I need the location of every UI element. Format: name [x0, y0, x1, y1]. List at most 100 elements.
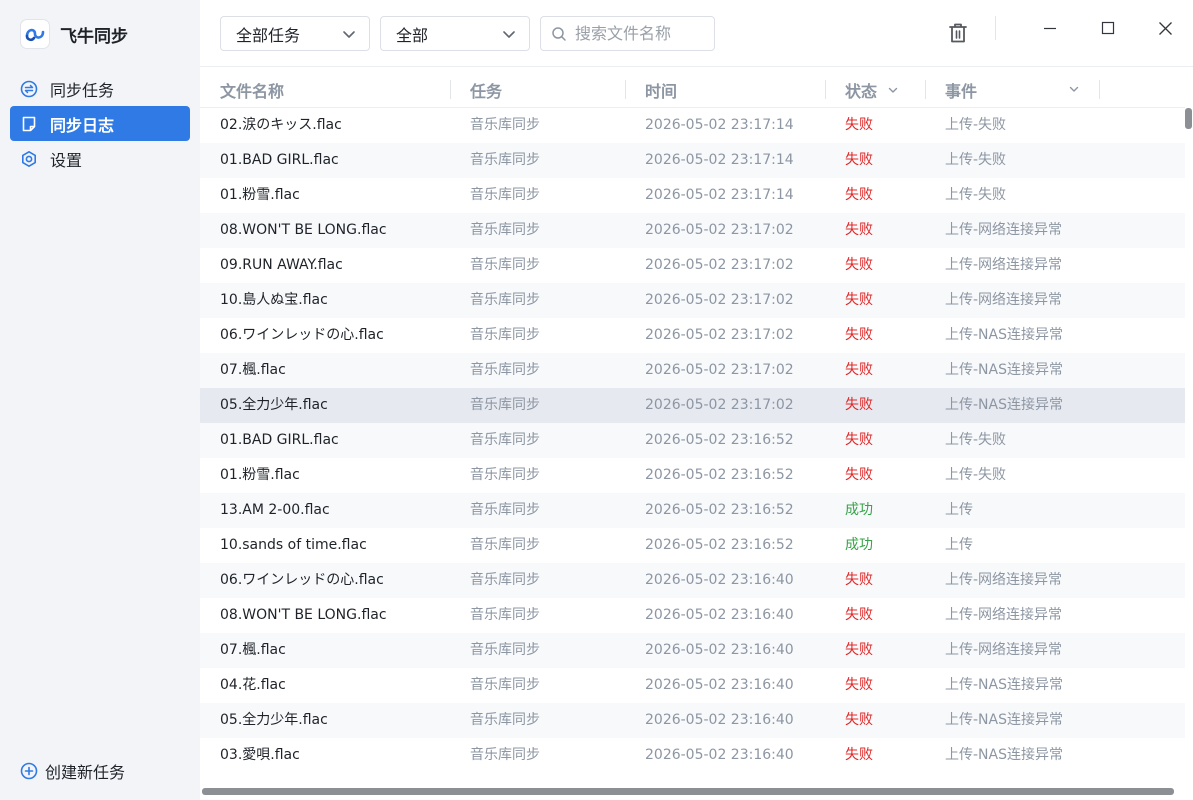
filename-cell: 06.ワインレッドの心.flac — [220, 327, 384, 343]
event-cell: 上传-NAS连接异常 — [945, 327, 1063, 343]
table-row[interactable]: 10.島人ぬ宝.flac 音乐库同步 2026-05-02 23:17:02 失败 上传… — [200, 283, 1185, 318]
filename-cell: 13.AM 2-00.flac — [220, 502, 330, 518]
column-header-filename[interactable]: 文件名称 — [220, 71, 284, 108]
task-cell: 音乐库同步 — [470, 642, 540, 658]
status-cell: 失败 — [845, 467, 873, 483]
time-cell: 2026-05-02 23:16:40 — [645, 572, 794, 588]
search-box[interactable] — [540, 16, 715, 51]
task-cell: 音乐库同步 — [470, 572, 540, 588]
chevron-down-icon — [343, 31, 355, 38]
event-cell: 上传-NAS连接异常 — [945, 712, 1063, 728]
horizontal-scrollbar-thumb[interactable] — [202, 788, 1174, 795]
table-row[interactable]: 02.涙のキッス.flac 音乐库同步 2026-05-02 23:17:14 失败 上… — [200, 108, 1185, 143]
status-cell: 失败 — [845, 187, 873, 203]
column-header-label: 状态 — [845, 81, 878, 101]
column-header-time[interactable]: 时间 — [645, 71, 677, 108]
table-row[interactable]: 01.粉雪.flac 音乐库同步 2026-05-02 23:17:14 失败 上传-失… — [200, 178, 1185, 213]
column-header-label: 任务 — [470, 81, 503, 101]
brand: 飞牛同步 — [20, 18, 128, 50]
create-task-label: 创建新任务 — [45, 763, 126, 782]
sidebar: 飞牛同步 同步任务 同步日志 设置 创建新任务 — [0, 0, 200, 800]
table-row[interactable]: 05.全力少年.flac 音乐库同步 2026-05-02 23:17:02 失败 上传… — [200, 388, 1185, 423]
task-filter-select[interactable]: 全部任务 — [220, 16, 370, 51]
sidebar-item-sync-log[interactable]: 同步日志 — [10, 106, 190, 141]
table-row[interactable]: 06.ワインレッドの心.flac 音乐库同步 2026-05-02 23:17:02… — [200, 318, 1185, 353]
status-cell: 失败 — [845, 712, 873, 728]
column-header-event[interactable]: 事件 — [945, 71, 1080, 108]
time-cell: 2026-05-02 23:16:52 — [645, 432, 794, 448]
task-cell: 音乐库同步 — [470, 677, 540, 693]
event-cell: 上传-网络连接异常 — [945, 607, 1063, 623]
type-filter-select[interactable]: 全部 — [380, 16, 530, 51]
time-cell: 2026-05-02 23:17:02 — [645, 397, 794, 413]
table-row[interactable]: 08.WON'T BE LONG.flac 音乐库同步 2026-05-02 23:… — [200, 213, 1185, 248]
main-panel: 全部任务 全部 搜索文件名称 文件名称 任务 时间 状态 事件 02.涙のキッス… — [200, 0, 1193, 800]
event-cell: 上传-NAS连接异常 — [945, 747, 1063, 763]
vertical-scrollbar-thumb[interactable] — [1185, 108, 1192, 129]
time-cell: 2026-05-02 23:17:02 — [645, 292, 794, 308]
table-row[interactable]: 08.WON'T BE LONG.flac 音乐库同步 2026-05-02 23:… — [200, 598, 1185, 633]
column-divider[interactable] — [1099, 80, 1100, 99]
column-header-task[interactable]: 任务 — [470, 71, 502, 108]
sidebar-item-settings[interactable]: 设置 — [10, 141, 190, 176]
table-row[interactable]: 07.楓.flac 音乐库同步 2026-05-02 23:17:02 失败 上传-NA… — [200, 353, 1185, 388]
status-cell: 失败 — [845, 607, 873, 623]
column-header-label: 时间 — [645, 81, 678, 101]
time-cell: 2026-05-02 23:17:02 — [645, 362, 794, 378]
vertical-scrollbar[interactable] — [1184, 108, 1193, 786]
column-divider[interactable] — [925, 80, 926, 99]
status-cell: 成功 — [845, 502, 873, 518]
time-cell: 2026-05-02 23:17:02 — [645, 222, 794, 238]
time-cell: 2026-05-02 23:16:40 — [645, 747, 794, 763]
create-task-button[interactable]: 创建新任务 — [20, 759, 125, 783]
time-cell: 2026-05-02 23:17:14 — [645, 187, 794, 203]
sidebar-item-sync-tasks[interactable]: 同步任务 — [10, 71, 190, 106]
toolbar: 全部任务 全部 — [200, 0, 1193, 67]
table-row[interactable]: 03.愛唄.flac 音乐库同步 2026-05-02 23:16:40 失败 上传-N… — [200, 738, 1185, 773]
filename-cell: 10.島人ぬ宝.flac — [220, 292, 328, 308]
time-cell: 2026-05-02 23:16:40 — [645, 607, 794, 623]
log-icon — [20, 115, 38, 133]
time-cell: 2026-05-02 23:17:02 — [645, 327, 794, 343]
column-divider[interactable] — [825, 80, 826, 99]
filename-cell: 01.粉雪.flac — [220, 467, 300, 483]
time-cell: 2026-05-02 23:16:52 — [645, 502, 794, 518]
search-input[interactable] — [575, 24, 705, 43]
column-header-status[interactable]: 状态 — [845, 71, 899, 108]
close-icon[interactable] — [1153, 16, 1177, 40]
event-cell: 上传-失败 — [945, 467, 1007, 483]
task-cell: 音乐库同步 — [470, 117, 540, 133]
column-divider[interactable] — [450, 80, 451, 99]
table-row[interactable]: 01.粉雪.flac 音乐库同步 2026-05-02 23:16:52 失败 上传-失… — [200, 458, 1185, 493]
event-cell: 上传-网络连接异常 — [945, 222, 1063, 238]
table-row[interactable]: 06.ワインレッドの心.flac 音乐库同步 2026-05-02 23:16:40… — [200, 563, 1185, 598]
maximize-icon[interactable] — [1096, 16, 1120, 40]
trash-icon[interactable] — [946, 21, 970, 45]
column-divider[interactable] — [625, 80, 626, 99]
event-cell: 上传-失败 — [945, 152, 1007, 168]
time-cell: 2026-05-02 23:17:14 — [645, 117, 794, 133]
task-cell: 音乐库同步 — [470, 327, 540, 343]
toolbar-divider — [995, 16, 996, 40]
task-cell: 音乐库同步 — [470, 432, 540, 448]
table-row[interactable]: 01.BAD GIRL.flac 音乐库同步 2026-05-02 23:17:14… — [200, 143, 1185, 178]
table-row[interactable]: 07.楓.flac 音乐库同步 2026-05-02 23:16:40 失败 上传-网络… — [200, 633, 1185, 668]
table-row[interactable]: 04.花.flac 音乐库同步 2026-05-02 23:16:40 失败 上传-NA… — [200, 668, 1185, 703]
task-cell: 音乐库同步 — [470, 397, 540, 413]
table-row[interactable]: 10.sands of time.flac 音乐库同步 2026-05-02 23:… — [200, 528, 1185, 563]
table-row[interactable]: 13.AM 2-00.flac 音乐库同步 2026-05-02 23:16:52 成… — [200, 493, 1185, 528]
event-cell: 上传 — [945, 537, 973, 553]
sidebar-item-label: 同步日志 — [50, 115, 115, 135]
task-cell: 音乐库同步 — [470, 467, 540, 483]
horizontal-scrollbar[interactable] — [200, 788, 1185, 796]
event-cell: 上传-NAS连接异常 — [945, 397, 1063, 413]
minimize-icon[interactable] — [1038, 16, 1062, 40]
chevron-down-icon — [503, 31, 515, 38]
table-row[interactable]: 09.RUN AWAY.flac 音乐库同步 2026-05-02 23:17:02… — [200, 248, 1185, 283]
status-cell: 失败 — [845, 642, 873, 658]
table-row[interactable]: 05.全力少年.flac 音乐库同步 2026-05-02 23:16:40 失败 上传… — [200, 703, 1185, 738]
sync-icon — [20, 80, 38, 98]
gear-icon — [20, 150, 38, 168]
event-cell: 上传 — [945, 502, 973, 518]
table-row[interactable]: 01.BAD GIRL.flac 音乐库同步 2026-05-02 23:16:52… — [200, 423, 1185, 458]
